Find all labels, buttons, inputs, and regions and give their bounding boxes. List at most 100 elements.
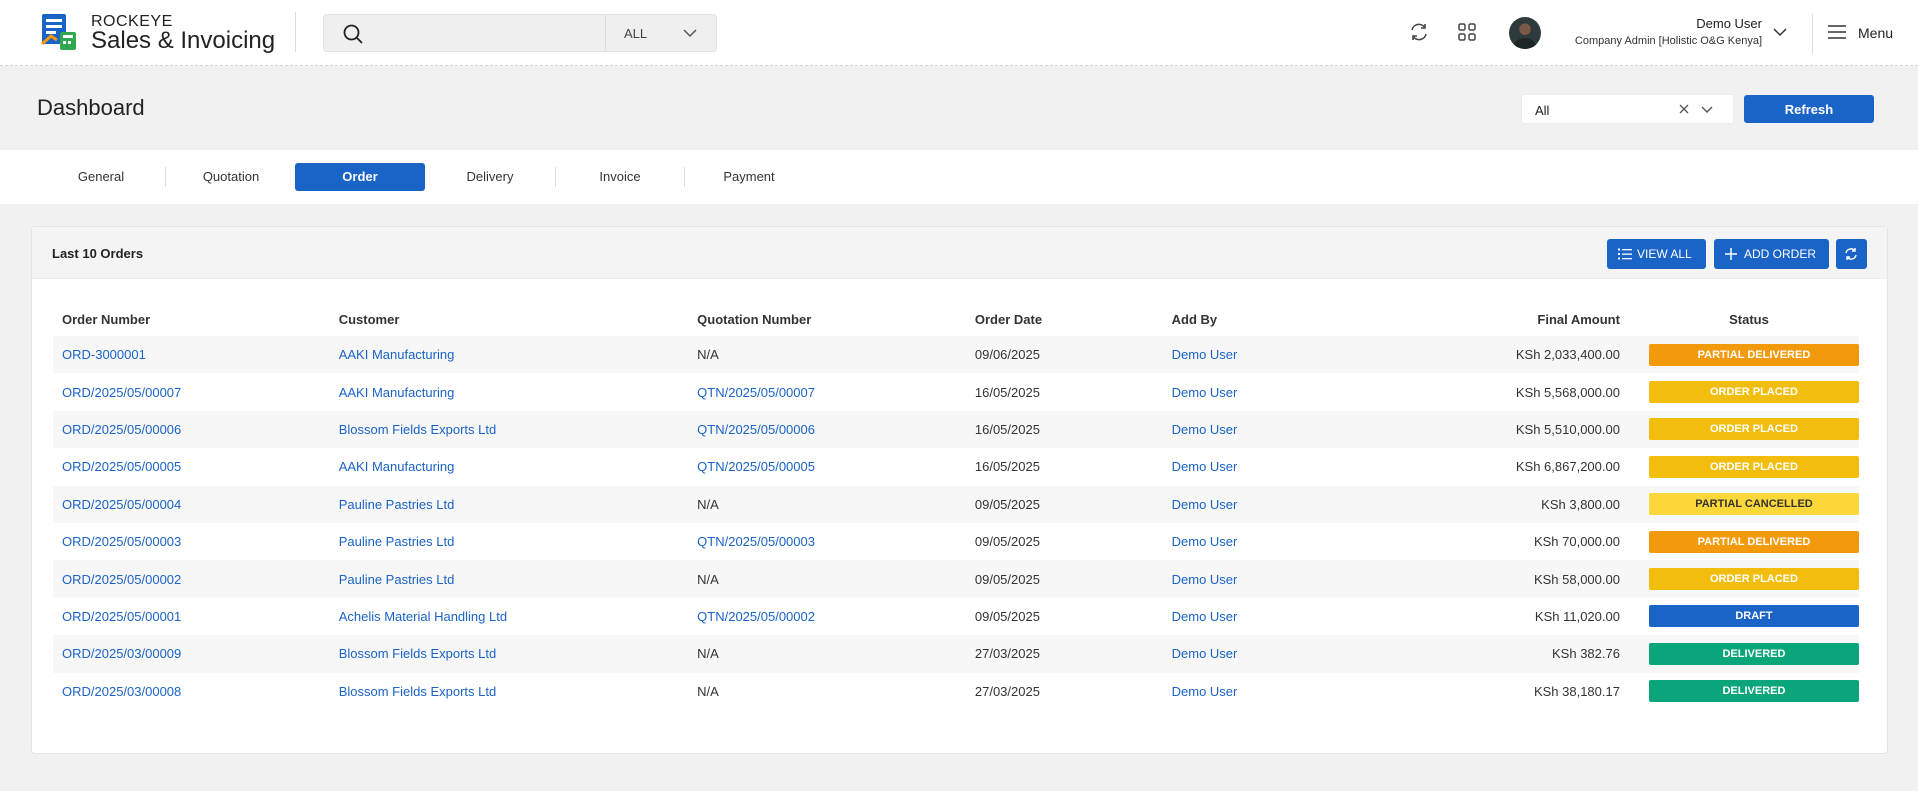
- customer-link[interactable]: Pauline Pastries Ltd: [339, 497, 455, 512]
- search-scope-value: ALL: [624, 26, 648, 41]
- table-row[interactable]: ORD/2025/05/00006 Blossom Fields Exports …: [53, 410, 1859, 449]
- order-date: 09/05/2025: [974, 496, 1040, 512]
- tab-quotation[interactable]: Quotation: [166, 163, 296, 191]
- quotation-number: N/A: [697, 347, 719, 363]
- order-number-link[interactable]: ORD/2025/05/00004: [62, 497, 181, 512]
- tab-general[interactable]: General: [36, 163, 166, 191]
- view-all-button[interactable]: VIEW ALL: [1607, 239, 1706, 269]
- order-number-link[interactable]: ORD/2025/03/00008: [62, 684, 181, 699]
- status-badge: DRAFT: [1648, 605, 1859, 628]
- top-header: ROCKEYE Sales & Invoicing ALL Demo User …: [0, 0, 1918, 66]
- added-by-link[interactable]: Demo User: [1172, 385, 1238, 400]
- quotation-number[interactable]: QTN/2025/05/00003: [697, 534, 815, 549]
- column-header[interactable]: Status: [1630, 302, 1859, 336]
- tab-invoice[interactable]: Invoice: [555, 163, 685, 191]
- orders-card: Last 10 Orders VIEW ALL ADD ORDER Order …: [31, 226, 1888, 754]
- user-name[interactable]: Demo User: [1696, 16, 1762, 31]
- divider: [295, 12, 296, 52]
- table-row[interactable]: ORD/2025/05/00001 Achelis Material Handli…: [53, 598, 1859, 635]
- customer-link[interactable]: AAKI Manufacturing: [339, 459, 455, 474]
- final-amount: KSh 382.76: [1552, 646, 1620, 662]
- order-date: 16/05/2025: [974, 459, 1040, 475]
- customer-link[interactable]: Blossom Fields Exports Ltd: [339, 422, 497, 437]
- quotation-number[interactable]: QTN/2025/05/00007: [697, 385, 815, 400]
- added-by-link[interactable]: Demo User: [1172, 347, 1238, 362]
- table-row[interactable]: ORD/2025/03/00009 Blossom Fields Exports …: [53, 635, 1859, 673]
- order-number-link[interactable]: ORD-3000001: [62, 347, 146, 362]
- added-by-link[interactable]: Demo User: [1172, 534, 1238, 549]
- order-number-link[interactable]: ORD/2025/05/00007: [62, 385, 181, 400]
- added-by-link[interactable]: Demo User: [1172, 497, 1238, 512]
- table-row[interactable]: ORD/2025/05/00005 AAKI Manufacturing QTN/2…: [53, 448, 1859, 485]
- order-number-link[interactable]: ORD/2025/05/00001: [62, 609, 181, 624]
- added-by-link[interactable]: Demo User: [1172, 646, 1238, 661]
- status-badge: DELIVERED: [1648, 680, 1859, 703]
- added-by-link[interactable]: Demo User: [1172, 459, 1238, 474]
- tab-order[interactable]: Order: [295, 163, 425, 191]
- table-row[interactable]: ORD/2025/05/00002 Pauline Pastries Ltd N/A…: [53, 560, 1859, 598]
- sync-icon[interactable]: [1408, 21, 1430, 43]
- final-amount: KSh 3,800.00: [1541, 496, 1620, 512]
- status-badge: ORDER PLACED: [1648, 455, 1859, 478]
- added-by-link[interactable]: Demo User: [1172, 572, 1238, 587]
- customer-link[interactable]: AAKI Manufacturing: [339, 347, 455, 362]
- brand-product: Sales & Invoicing: [91, 27, 276, 54]
- column-header[interactable]: Add By: [1163, 302, 1387, 336]
- customer-link[interactable]: Pauline Pastries Ltd: [339, 572, 455, 587]
- column-header[interactable]: Order Number: [53, 302, 330, 336]
- table-row[interactable]: ORD/2025/05/00003 Pauline Pastries Ltd QTN…: [53, 523, 1859, 560]
- tab-payment[interactable]: Payment: [684, 163, 814, 191]
- add-order-button[interactable]: ADD ORDER: [1714, 239, 1829, 269]
- column-header[interactable]: Final Amount: [1386, 302, 1630, 336]
- dashboard-filter-select[interactable]: All: [1521, 94, 1734, 124]
- order-date: 27/03/2025: [974, 646, 1040, 662]
- order-date: 09/06/2025: [974, 347, 1040, 363]
- global-search: ALL: [323, 14, 717, 52]
- customer-link[interactable]: Blossom Fields Exports Ltd: [339, 646, 497, 661]
- refresh-button[interactable]: Refresh: [1744, 95, 1874, 123]
- apps-grid-icon[interactable]: [1456, 21, 1478, 43]
- refresh-icon: [1845, 248, 1857, 260]
- column-header[interactable]: Order Date: [966, 302, 1163, 336]
- order-number-link[interactable]: ORD/2025/03/00009: [62, 646, 181, 661]
- final-amount: KSh 11,020.00: [1534, 608, 1620, 624]
- status-badge: DELIVERED: [1648, 642, 1859, 665]
- close-icon[interactable]: [1678, 103, 1690, 115]
- table-row[interactable]: ORD/2025/05/00004 Pauline Pastries Ltd N/A…: [53, 485, 1859, 523]
- customer-link[interactable]: Achelis Material Handling Ltd: [339, 609, 507, 624]
- table-row[interactable]: ORD-3000001 AAKI Manufacturing N/A 09/06/20…: [53, 336, 1859, 374]
- reload-orders-button[interactable]: [1836, 239, 1867, 269]
- order-number-link[interactable]: ORD/2025/05/00002: [62, 572, 181, 587]
- customer-link[interactable]: Pauline Pastries Ltd: [339, 534, 455, 549]
- search-scope-select[interactable]: ALL: [605, 15, 716, 51]
- column-header[interactable]: Customer: [330, 302, 688, 336]
- order-number-link[interactable]: ORD/2025/05/00003: [62, 534, 181, 549]
- added-by-link[interactable]: Demo User: [1172, 684, 1238, 699]
- final-amount: KSh 58,000.00: [1533, 571, 1620, 587]
- chevron-down-icon[interactable]: [1772, 25, 1788, 39]
- order-number-link[interactable]: ORD/2025/05/00006: [62, 422, 181, 437]
- divider: [1812, 14, 1813, 54]
- final-amount: KSh 6,867,200.00: [1515, 459, 1620, 475]
- customer-link[interactable]: AAKI Manufacturing: [339, 385, 455, 400]
- list-icon: [1618, 248, 1632, 260]
- table-row[interactable]: ORD/2025/05/00007 AAKI Manufacturing QTN/2…: [53, 373, 1859, 410]
- final-amount: KSh 38,180.17: [1533, 683, 1620, 699]
- quotation-number[interactable]: QTN/2025/05/00002: [697, 609, 815, 624]
- table-row[interactable]: ORD/2025/03/00008 Blossom Fields Exports …: [53, 673, 1859, 710]
- status-badge: ORDER PLACED: [1648, 381, 1859, 404]
- chevron-down-icon[interactable]: [1700, 104, 1714, 116]
- quotation-number[interactable]: QTN/2025/05/00006: [697, 422, 815, 437]
- order-date: 27/03/2025: [974, 683, 1040, 699]
- added-by-link[interactable]: Demo User: [1172, 609, 1238, 624]
- added-by-link[interactable]: Demo User: [1172, 422, 1238, 437]
- column-header[interactable]: Quotation Number: [688, 302, 966, 336]
- avatar[interactable]: [1509, 17, 1541, 49]
- quotation-number[interactable]: QTN/2025/05/00005: [697, 459, 815, 474]
- customer-link[interactable]: Blossom Fields Exports Ltd: [339, 684, 497, 699]
- search-icon[interactable]: [342, 23, 364, 45]
- search-input[interactable]: [374, 15, 614, 51]
- app-logo-icon[interactable]: [39, 12, 79, 52]
- order-number-link[interactable]: ORD/2025/05/00005: [62, 459, 181, 474]
- tab-delivery[interactable]: Delivery: [425, 163, 555, 191]
